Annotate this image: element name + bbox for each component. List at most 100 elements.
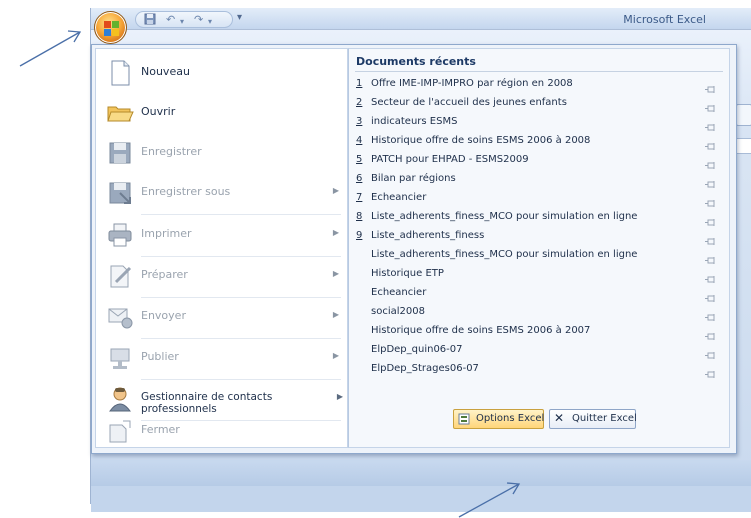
cmd-label: Nouveau xyxy=(141,65,190,78)
quit-label: Quitter Excel xyxy=(572,413,637,424)
cmd-save-as[interactable]: Enregistrer sous ▶ xyxy=(96,173,347,213)
recent-document-number: 7 xyxy=(356,192,363,203)
recent-document-item[interactable]: 4 Historique offre de soins ESMS 2006 à 2… xyxy=(356,132,721,151)
recent-document-name: Historique offre de soins ESMS 2006 à 20… xyxy=(371,325,591,336)
cmd-prepare[interactable]: Préparer ▶ xyxy=(96,256,347,296)
recent-document-name: Echeancier xyxy=(371,287,427,298)
pin-icon[interactable] xyxy=(705,193,717,207)
pin-icon[interactable] xyxy=(705,98,717,112)
recent-document-item[interactable]: 3 indicateurs ESMS xyxy=(356,113,721,132)
cmd-publish[interactable]: Publier ▶ xyxy=(96,338,347,378)
new-document-icon xyxy=(106,59,134,87)
recent-document-number: 2 xyxy=(356,97,363,108)
cmd-label: Envoyer xyxy=(141,309,186,322)
recent-document-item[interactable]: 2 Secteur de l'accueil des jeunes enfants xyxy=(356,94,721,113)
options-icon xyxy=(458,413,470,425)
open-folder-icon xyxy=(106,99,134,127)
quit-excel-button[interactable]: ✕ Quitter Excel xyxy=(549,409,637,429)
submenu-arrow-icon: ▶ xyxy=(332,186,339,195)
pin-icon[interactable] xyxy=(705,155,717,169)
contact-manager-icon xyxy=(106,385,134,413)
close-document-icon xyxy=(106,417,134,445)
submenu-arrow-icon: ▶ xyxy=(332,310,339,319)
options-label: Options Excel xyxy=(476,413,545,424)
recent-document-item[interactable]: Echeancier xyxy=(356,284,721,303)
pin-icon[interactable] xyxy=(705,364,717,378)
pin-icon[interactable] xyxy=(705,79,717,93)
prepare-icon xyxy=(106,262,134,290)
recent-document-name: Secteur de l'accueil des jeunes enfants xyxy=(371,97,567,108)
pin-icon[interactable] xyxy=(705,250,717,264)
cmd-label: Imprimer xyxy=(141,227,192,240)
save-as-icon xyxy=(106,179,134,207)
recent-document-item[interactable]: Liste_adherents_finess_MCO pour simulati… xyxy=(356,246,721,265)
pin-icon[interactable] xyxy=(705,288,717,302)
pin-icon[interactable] xyxy=(705,326,717,340)
pin-icon[interactable] xyxy=(705,269,717,283)
pin-icon[interactable] xyxy=(705,231,717,245)
printer-icon xyxy=(106,221,134,249)
recent-document-item[interactable]: 7 Echeancier xyxy=(356,189,721,208)
recent-document-number: 9 xyxy=(356,230,363,241)
submenu-arrow-icon: ▶ xyxy=(336,392,343,401)
recent-document-name: Echeancier xyxy=(371,192,427,203)
cmd-label: Ouvrir xyxy=(141,105,176,118)
pin-icon[interactable] xyxy=(705,117,717,131)
cmd-label: Enregistrer xyxy=(141,145,202,158)
recent-document-number: 6 xyxy=(356,173,363,184)
pin-icon[interactable] xyxy=(705,345,717,359)
pin-icon[interactable] xyxy=(705,212,717,226)
quick-access-toolbar: ↶ ▾ ↷ ▾ xyxy=(135,11,233,28)
recent-document-item[interactable]: 5 PATCH pour EHPAD - ESMS2009 xyxy=(356,151,721,170)
recent-document-item[interactable]: 9 Liste_adherents_finess xyxy=(356,227,721,246)
ribbon-button[interactable] xyxy=(736,104,751,126)
cmd-print[interactable]: Imprimer ▶ xyxy=(96,215,347,255)
cmd-send[interactable]: Envoyer ▶ xyxy=(96,297,347,337)
undo-dropdown-icon[interactable]: ▾ xyxy=(180,15,184,29)
cmd-label: Publier xyxy=(141,350,179,363)
close-icon: ✕ xyxy=(554,411,565,425)
submenu-arrow-icon: ▶ xyxy=(332,351,339,360)
recent-document-name: Historique offre de soins ESMS 2006 à 20… xyxy=(371,135,591,146)
recent-document-name: Offre IME-IMP-IMPRO par région en 2008 xyxy=(371,78,573,89)
cmd-new[interactable]: Nouveau xyxy=(96,53,347,93)
save-icon[interactable] xyxy=(144,13,156,29)
title-bar: ↶ ▾ ↷ ▾ ▾ Microsoft Excel xyxy=(91,8,751,30)
recent-document-item[interactable]: Historique offre de soins ESMS 2006 à 20… xyxy=(356,322,721,341)
divider xyxy=(355,71,723,72)
recent-document-item[interactable]: ElpDep_quin06-07 xyxy=(356,341,721,360)
recent-document-item[interactable]: social2008 xyxy=(356,303,721,322)
office-button[interactable] xyxy=(94,11,127,44)
recent-documents-header: Documents récents xyxy=(356,55,476,68)
window-bottom xyxy=(91,486,751,512)
recent-document-name: PATCH pour EHPAD - ESMS2009 xyxy=(371,154,529,165)
cmd-save[interactable]: Enregistrer xyxy=(96,133,347,173)
excel-options-button[interactable]: Options Excel xyxy=(453,409,544,429)
recent-document-name: Liste_adherents_finess xyxy=(371,230,485,241)
recent-document-name: social2008 xyxy=(371,306,425,317)
recent-document-item[interactable]: 6 Bilan par régions xyxy=(356,170,721,189)
recent-document-item[interactable]: Historique ETP xyxy=(356,265,721,284)
redo-dropdown-icon[interactable]: ▾ xyxy=(208,15,212,29)
recent-document-item[interactable]: 1 Offre IME-IMP-IMPRO par région en 2008 xyxy=(356,75,721,94)
stage: ↶ ▾ ↷ ▾ ▾ Microsoft Excel Nouveau Ouvrir… xyxy=(0,0,751,518)
pin-icon[interactable] xyxy=(705,136,717,150)
publish-icon xyxy=(106,344,134,372)
customize-icon[interactable]: ▾ xyxy=(237,12,242,23)
redo-icon[interactable]: ↷ xyxy=(194,13,203,27)
recent-document-item[interactable]: ElpDep_Strages06-07 xyxy=(356,360,721,379)
pin-icon[interactable] xyxy=(705,307,717,321)
submenu-arrow-icon: ▶ xyxy=(332,269,339,278)
recent-document-name: ElpDep_Strages06-07 xyxy=(371,363,479,374)
pin-icon[interactable] xyxy=(705,174,717,188)
recent-document-item[interactable]: 8 Liste_adherents_finess_MCO pour simulat… xyxy=(356,208,721,227)
cmd-label: Enregistrer sous xyxy=(141,185,231,198)
recent-document-name: ElpDep_quin06-07 xyxy=(371,344,463,355)
recent-document-number: 8 xyxy=(356,211,363,222)
undo-icon[interactable]: ↶ xyxy=(166,13,175,27)
cmd-close[interactable]: Fermer xyxy=(96,411,347,451)
cmd-open[interactable]: Ouvrir xyxy=(96,93,347,133)
office-logo-icon xyxy=(104,21,119,36)
cmd-label: Préparer xyxy=(141,268,188,281)
recent-document-number: 5 xyxy=(356,154,363,165)
